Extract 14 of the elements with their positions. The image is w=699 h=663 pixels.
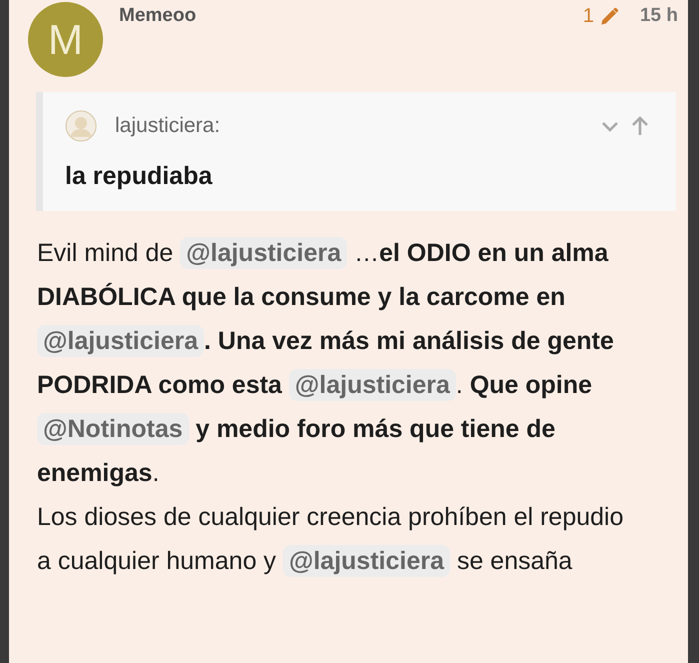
- username[interactable]: Memeoo: [119, 5, 196, 27]
- mention-link[interactable]: @lajusticiera: [288, 369, 456, 401]
- mention-link[interactable]: @lajusticiera: [282, 545, 450, 577]
- edit-count[interactable]: 1: [582, 4, 594, 28]
- mention-link[interactable]: @Notinotas: [37, 413, 189, 445]
- quote-username: lajusticiera:: [115, 114, 220, 138]
- avatar-letter: M: [48, 16, 83, 64]
- post-paragraph: Evil mind de @lajusticiera …el ODIO en un alma DIABÓLICA que la consume y la carcome en @lajusticiera . Una vez más mi análisis de gente PODRIDA como esta @lajusticiera . Que opine @Notinotas y medio foro más que tiene de enemigas.: [37, 236, 615, 489]
- mention-link[interactable]: @lajusticiera: [180, 237, 348, 269]
- mention-link[interactable]: @lajusticiera: [37, 325, 204, 357]
- avatar-icon: [65, 110, 97, 142]
- quote-text: la repudiaba: [65, 162, 214, 191]
- post-paragraph: Los dioses de cualquier creencia prohíben el repudio a cualquier humano y @lajusticiera se ensaña: [37, 502, 624, 579]
- post-time[interactable]: 15 h: [640, 5, 678, 27]
